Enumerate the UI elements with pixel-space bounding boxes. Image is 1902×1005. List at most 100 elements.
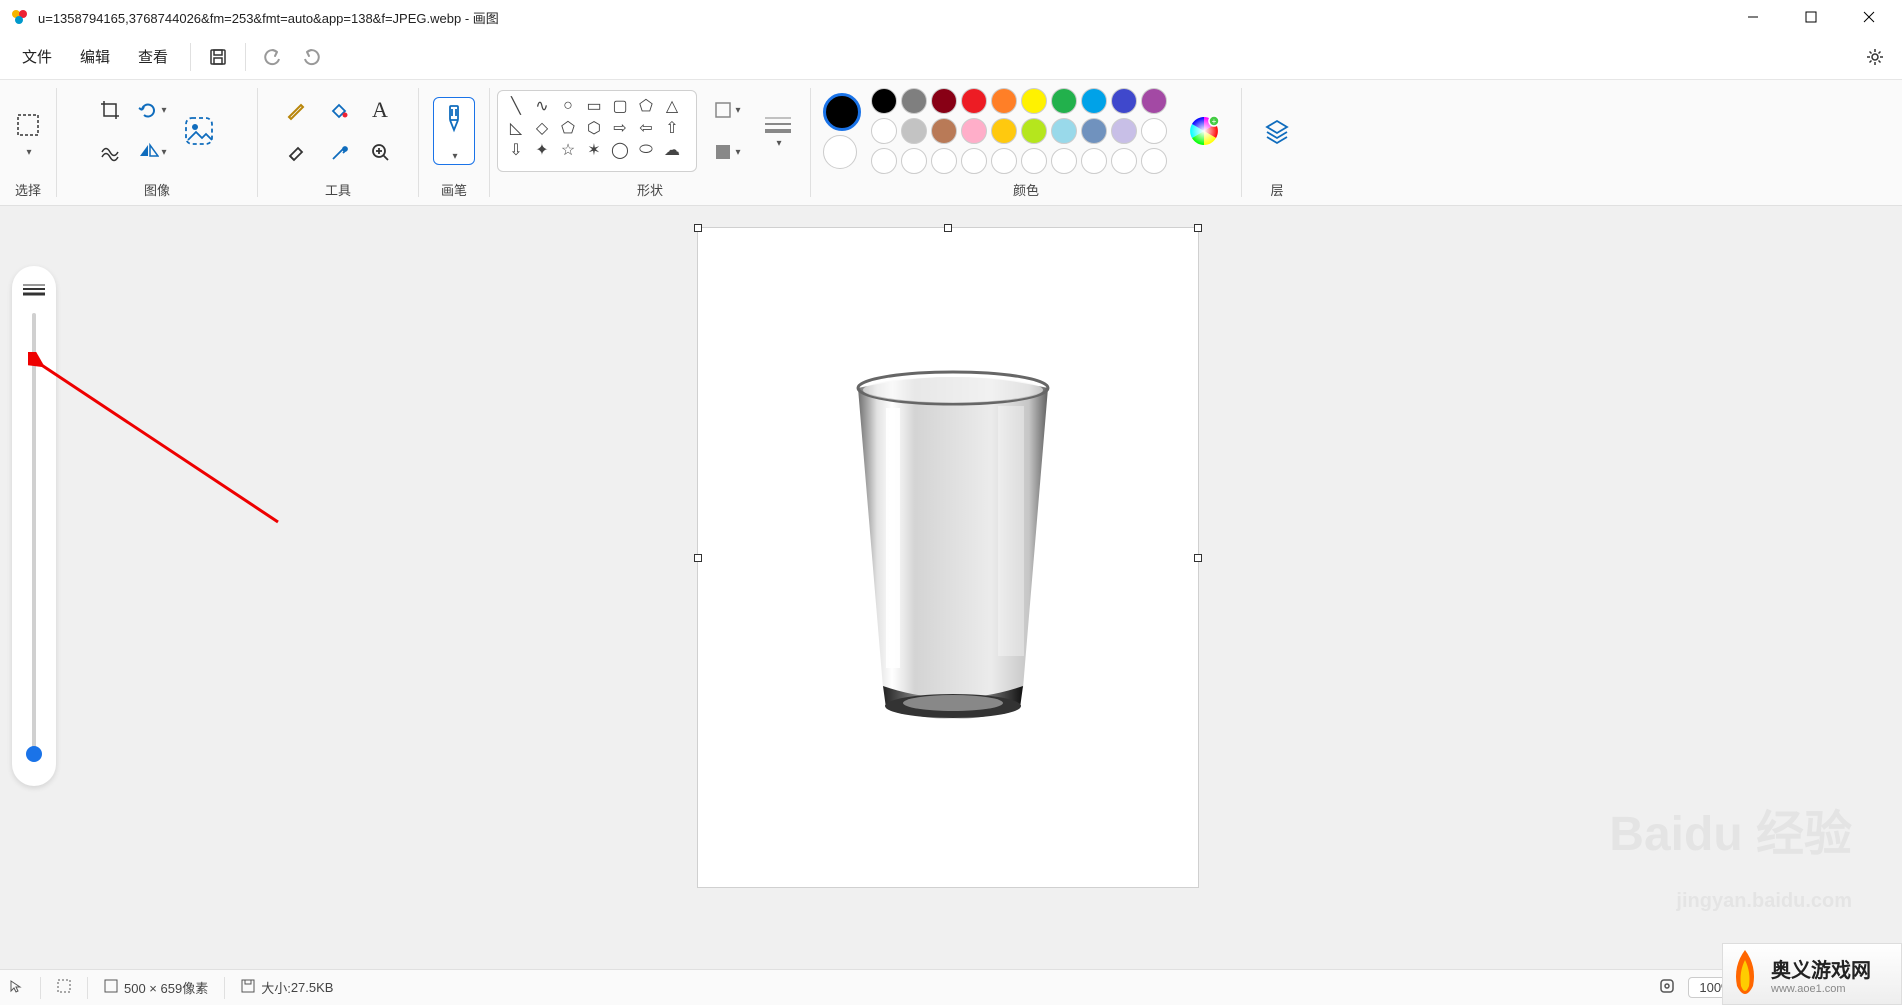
menu-view[interactable]: 查看 <box>124 40 182 73</box>
color-swatch[interactable] <box>1111 148 1137 174</box>
color-swatch[interactable] <box>1051 148 1077 174</box>
star4-icon: ✦ <box>532 140 552 160</box>
color-swatch[interactable] <box>1051 118 1077 144</box>
flip-tool[interactable]: ▾ <box>132 132 172 172</box>
color-picker-button[interactable]: + <box>1179 101 1229 161</box>
color-swatch[interactable] <box>901 88 927 114</box>
color-swatch[interactable] <box>1111 118 1137 144</box>
select-tool[interactable] <box>8 105 48 145</box>
color-swatch[interactable] <box>1081 148 1107 174</box>
color-swatch[interactable] <box>871 88 897 114</box>
resize-tool[interactable] <box>90 132 130 172</box>
separator <box>190 43 191 71</box>
annotation-arrow <box>28 352 288 532</box>
menu-edit[interactable]: 编辑 <box>66 40 124 73</box>
color-swatch[interactable] <box>991 118 1017 144</box>
chevron-down-icon[interactable]: ▾ <box>26 147 31 158</box>
sitelogo-url: www.aoe1.com <box>1771 983 1871 995</box>
color-swatch[interactable] <box>1141 148 1167 174</box>
canvas[interactable] <box>698 228 1198 887</box>
color-swatch[interactable] <box>991 148 1017 174</box>
rtriangle-icon: ◺ <box>506 118 526 138</box>
resize-handle[interactable] <box>1194 224 1202 232</box>
site-logo: 奥义游戏网 www.aoe1.com <box>1722 943 1902 1005</box>
color-swatch[interactable] <box>1081 118 1107 144</box>
color-swatch[interactable] <box>961 88 987 114</box>
arrowd-icon: ⇩ <box>506 140 526 160</box>
roundrect-icon: ▢ <box>610 96 630 116</box>
separator <box>245 43 246 71</box>
arrowu-icon: ⇧ <box>662 118 682 138</box>
maximize-button[interactable] <box>1782 0 1840 34</box>
settings-button[interactable] <box>1856 38 1894 76</box>
color-swatch[interactable] <box>961 118 987 144</box>
color-swatch[interactable] <box>1021 118 1047 144</box>
color-swatch[interactable] <box>901 118 927 144</box>
canvas-area[interactable]: Baidu 经验 jingyan.baidu.com <box>0 206 1902 969</box>
resize-handle[interactable] <box>694 224 702 232</box>
undo-button[interactable] <box>254 38 292 76</box>
color-swatch[interactable] <box>901 148 927 174</box>
layers-button[interactable] <box>1252 101 1302 161</box>
statusbar: 500 × 659像素 大小: 27.5KB 100% ⌄ <box>0 969 1902 1005</box>
brush-tool[interactable]: ▾ <box>433 97 475 165</box>
shape-outline[interactable]: ▾ <box>707 90 747 130</box>
stroke-icon <box>23 282 45 301</box>
color-secondary[interactable] <box>823 135 857 169</box>
color-swatch[interactable] <box>961 148 987 174</box>
magnifier-tool[interactable] <box>360 132 400 172</box>
color-swatch[interactable] <box>871 148 897 174</box>
resize-handle[interactable] <box>694 554 702 562</box>
color-swatch[interactable] <box>1081 88 1107 114</box>
opacity-slider[interactable] <box>32 313 36 758</box>
color-swatch[interactable] <box>931 88 957 114</box>
color-swatch[interactable] <box>1021 148 1047 174</box>
pencil-tool[interactable] <box>276 90 316 130</box>
selection-icon <box>57 979 71 996</box>
color-swatch[interactable] <box>1141 118 1167 144</box>
eraser-tool[interactable] <box>276 132 316 172</box>
rotate-tool[interactable]: ▾ <box>132 90 172 130</box>
curve-icon: ∿ <box>532 96 552 116</box>
canvas-image <box>838 368 1068 728</box>
group-label-select: 选择 <box>15 176 41 201</box>
shapes-gallery[interactable]: ╲∿○ ▭▢⬠ △ ◺◇⬠ ⬡⇨⇦ ⇧ ⇩✦☆ ✶◯⬭ ☁ <box>497 90 697 172</box>
color-swatch[interactable] <box>1111 88 1137 114</box>
ribbon: ▾ 选择 ▾ ▾ 图像 A <box>0 80 1902 206</box>
resize-handle[interactable] <box>1194 554 1202 562</box>
crop-tool[interactable] <box>90 90 130 130</box>
triangle-icon: △ <box>662 96 682 116</box>
titlebar: u=1358794165,3768744026&fm=253&fmt=auto&… <box>0 0 1902 34</box>
group-label-shapes: 形状 <box>637 176 663 201</box>
pentagon-icon: ⬠ <box>558 118 578 138</box>
image-selection-tool[interactable] <box>174 101 224 161</box>
color-primary[interactable] <box>823 93 861 131</box>
window-title: u=1358794165,3768744026&fm=253&fmt=auto&… <box>38 8 1724 27</box>
color-swatch[interactable] <box>1021 88 1047 114</box>
eyedropper-tool[interactable] <box>318 132 358 172</box>
color-swatch[interactable] <box>991 88 1017 114</box>
color-swatch[interactable] <box>871 118 897 144</box>
color-swatch[interactable] <box>1051 88 1077 114</box>
save-button[interactable] <box>199 38 237 76</box>
shape-fill[interactable]: ▾ <box>707 132 747 172</box>
color-swatch[interactable] <box>931 148 957 174</box>
minimize-button[interactable] <box>1724 0 1782 34</box>
polygon-icon: ⬠ <box>636 96 656 116</box>
fit-icon[interactable] <box>1658 977 1676 998</box>
group-label-layers: 层 <box>1270 176 1283 201</box>
text-tool[interactable]: A <box>360 90 400 130</box>
color-swatch[interactable] <box>931 118 957 144</box>
resize-handle[interactable] <box>944 224 952 232</box>
close-button[interactable] <box>1840 0 1898 34</box>
color-swatch[interactable] <box>1141 88 1167 114</box>
redo-button[interactable] <box>292 38 330 76</box>
callout2-icon: ⬭ <box>636 140 656 160</box>
callout1-icon: ◯ <box>610 140 630 160</box>
line-width[interactable]: ▾ <box>753 101 803 161</box>
dimensions-icon <box>104 979 118 996</box>
menubar: 文件 编辑 查看 <box>0 34 1902 80</box>
fill-tool[interactable] <box>318 90 358 130</box>
menu-file[interactable]: 文件 <box>8 40 66 73</box>
arrowr-icon: ⇨ <box>610 118 630 138</box>
